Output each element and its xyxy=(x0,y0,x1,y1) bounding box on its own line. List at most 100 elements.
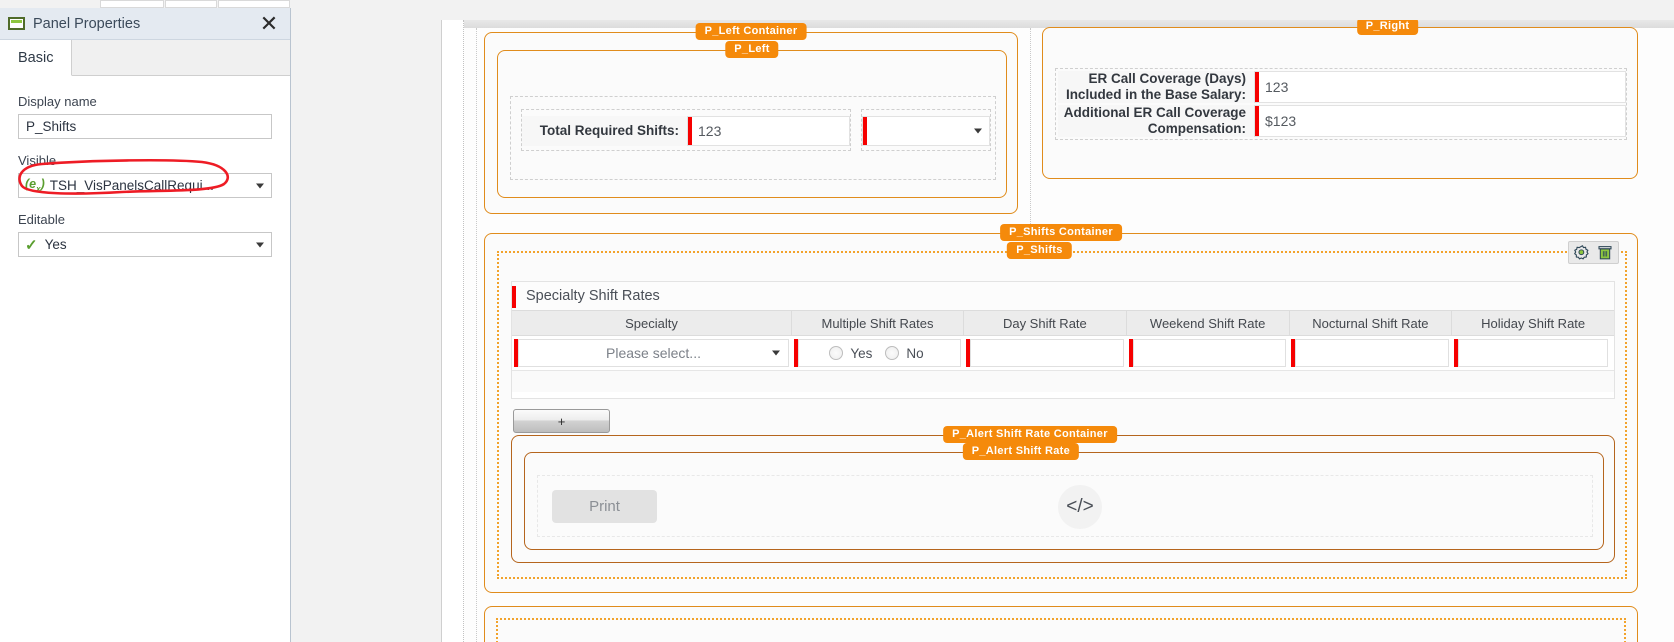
chevron-down-icon xyxy=(256,242,264,247)
radio-yes[interactable] xyxy=(829,346,844,360)
code-icon-glyph: </> xyxy=(1066,496,1094,517)
background-strip xyxy=(218,0,290,8)
radio-yes-label: Yes xyxy=(850,345,873,361)
required-marker xyxy=(1255,72,1259,102)
code-icon[interactable]: </> xyxy=(1058,485,1102,529)
background-strip xyxy=(100,0,164,8)
p-shifts-container-tag: P_Shifts Container xyxy=(1000,224,1122,241)
er-call-coverage-days-value: 123 xyxy=(1265,79,1289,95)
table-row: Please select... Yes No xyxy=(512,336,1614,370)
radio-no-label: No xyxy=(906,345,924,361)
grid-title-text: Specialty Shift Rates xyxy=(526,288,660,304)
holiday-shift-rate-input[interactable] xyxy=(1457,339,1608,367)
required-marker xyxy=(1255,106,1259,136)
tab-basic[interactable]: Basic xyxy=(0,40,73,76)
p-left-container-tag: P_Left Container xyxy=(695,23,807,40)
editable-value: Yes xyxy=(44,237,67,252)
visible-label: Visible xyxy=(18,153,57,168)
required-marker xyxy=(688,117,692,145)
check-icon: ✓ xyxy=(25,236,38,254)
cell-weekend-shift-rate xyxy=(1127,336,1290,370)
p-left-dropdown[interactable] xyxy=(862,116,990,146)
p-alert-shift-rate-group: P_Alert Shift Rate Print </> xyxy=(524,443,1604,550)
specialty-dropdown[interactable]: Please select... xyxy=(518,339,789,367)
dialog-body: Display name P_Shifts Visible (ex) TSH_V… xyxy=(0,76,290,257)
total-required-shifts-label: Total Required Shifts: xyxy=(522,116,687,146)
display-name-value: P_Shifts xyxy=(26,119,77,134)
dialog-title: Panel Properties xyxy=(33,15,141,32)
p-shifts-tag: P_Shifts xyxy=(1007,242,1072,259)
expression-icon: (ex) xyxy=(25,177,45,194)
required-marker xyxy=(863,117,867,145)
add-row-button-label: + xyxy=(557,413,566,429)
form-designer-canvas: P_Left Container P_Left Total Required S… xyxy=(441,20,1674,642)
specialty-shift-rates-grid: Specialty Shift Rates Specialty Multiple… xyxy=(511,281,1615,399)
grid-col-weekend-shift-rate: Weekend Shift Rate xyxy=(1127,311,1290,335)
grid-col-multiple-shift-rates: Multiple Shift Rates xyxy=(792,311,964,335)
chevron-down-icon xyxy=(256,183,264,188)
specialty-dropdown-value: Please select... xyxy=(606,345,701,361)
panel-icon xyxy=(8,17,25,30)
cell-day-shift-rate xyxy=(964,336,1127,370)
print-button-label: Print xyxy=(589,498,620,515)
grid-col-holiday-shift-rate: Holiday Shift Rate xyxy=(1481,315,1586,331)
p-right-rows-region: ER Call Coverage (Days) Included in the … xyxy=(1055,68,1627,140)
grid-header-row: Specialty Multiple Shift Rates Day Shift… xyxy=(512,310,1614,336)
p-shifts-toolchip xyxy=(1568,241,1619,264)
visible-combobox[interactable]: (ex) TSH_VisPanelsCallRequi... xyxy=(18,173,272,198)
p-shifts-group: P_Shifts Specialty Shift Rates Specialty… xyxy=(497,241,1627,579)
screenshot-root: Panel Properties ✕ Basic Display name P_… xyxy=(0,0,1674,642)
next-panel-group-partial xyxy=(496,618,1626,642)
panel-divider xyxy=(1030,28,1031,228)
radio-no[interactable] xyxy=(885,346,900,360)
cell-specialty: Please select... xyxy=(512,336,792,370)
p-left-field-wrapper-1: Total Required Shifts: 123 xyxy=(521,109,851,151)
total-required-shifts-input[interactable]: 123 xyxy=(687,116,850,146)
dialog-tabbar: Basic xyxy=(0,40,290,76)
p-left-group: P_Left Total Required Shifts: 123 xyxy=(497,41,1007,198)
p-alert-content-region: Print </> xyxy=(537,475,1593,537)
display-name-label: Display name xyxy=(18,94,97,109)
dialog-title-bar: Panel Properties ✕ xyxy=(0,8,290,40)
chevron-down-icon xyxy=(772,350,780,356)
p-alert-shift-rate-container-tag: P_Alert Shift Rate Container xyxy=(943,426,1117,443)
cell-nocturnal-shift-rate xyxy=(1289,336,1452,370)
day-shift-rate-input[interactable] xyxy=(970,339,1124,367)
p-alert-shift-rate-tag: P_Alert Shift Rate xyxy=(962,443,1080,460)
visible-value: TSH_VisPanelsCallRequi... xyxy=(49,178,214,193)
p-right-tag: P_Right xyxy=(1356,20,1419,35)
grid-title: Specialty Shift Rates xyxy=(512,282,1614,310)
grid-col-day-shift-rate: Day Shift Rate xyxy=(964,311,1127,335)
multiple-shift-rates-radios: Yes No xyxy=(798,339,961,367)
cell-multiple-shift-rates: Yes No xyxy=(792,336,964,370)
print-button[interactable]: Print xyxy=(552,490,657,523)
p-left-field-wrapper-2 xyxy=(861,109,991,151)
p-shifts-container-group: P_Shifts Container P_Shifts Specialty Sh… xyxy=(484,224,1638,593)
chevron-down-icon xyxy=(974,128,982,134)
er-call-coverage-days-input[interactable]: 123 xyxy=(1254,71,1626,103)
trash-icon[interactable] xyxy=(1597,244,1613,261)
canvas-content: P_Left Container P_Left Total Required S… xyxy=(464,20,1674,642)
additional-er-call-compensation-label: Additional ER Call Coverage Compensation… xyxy=(1058,105,1254,137)
grid-col-nocturnal-shift-rate: Nocturnal Shift Rate xyxy=(1290,311,1453,335)
required-marker xyxy=(512,286,516,308)
close-icon[interactable]: ✕ xyxy=(258,12,280,35)
er-call-coverage-days-label: ER Call Coverage (Days) Included in the … xyxy=(1058,71,1254,103)
p-left-row-region: Total Required Shifts: 123 xyxy=(510,96,996,180)
editable-combobox[interactable]: ✓ Yes xyxy=(18,232,272,257)
total-required-shifts-value: 123 xyxy=(698,123,722,139)
weekend-shift-rate-input[interactable] xyxy=(1132,339,1286,367)
additional-er-call-compensation-input[interactable]: $123 xyxy=(1254,105,1626,137)
canvas-left-gutter xyxy=(442,20,464,642)
nocturnal-shift-rate-input[interactable] xyxy=(1295,339,1449,367)
display-name-input[interactable]: P_Shifts xyxy=(18,114,272,139)
p-alert-shift-rate-container-group: P_Alert Shift Rate Container P_Alert Shi… xyxy=(511,426,1615,563)
additional-er-call-compensation-value: $123 xyxy=(1265,113,1297,129)
add-row-button[interactable]: + xyxy=(513,409,610,433)
editable-label: Editable xyxy=(18,212,65,227)
p-right-group: P_Right ER Call Coverage (Days) Included… xyxy=(1042,20,1638,179)
background-strip xyxy=(165,0,217,8)
panel-properties-dialog: Panel Properties ✕ Basic Display name P_… xyxy=(0,8,291,642)
gear-icon[interactable] xyxy=(1574,244,1591,261)
p-left-container-group: P_Left Container P_Left Total Required S… xyxy=(484,23,1018,214)
